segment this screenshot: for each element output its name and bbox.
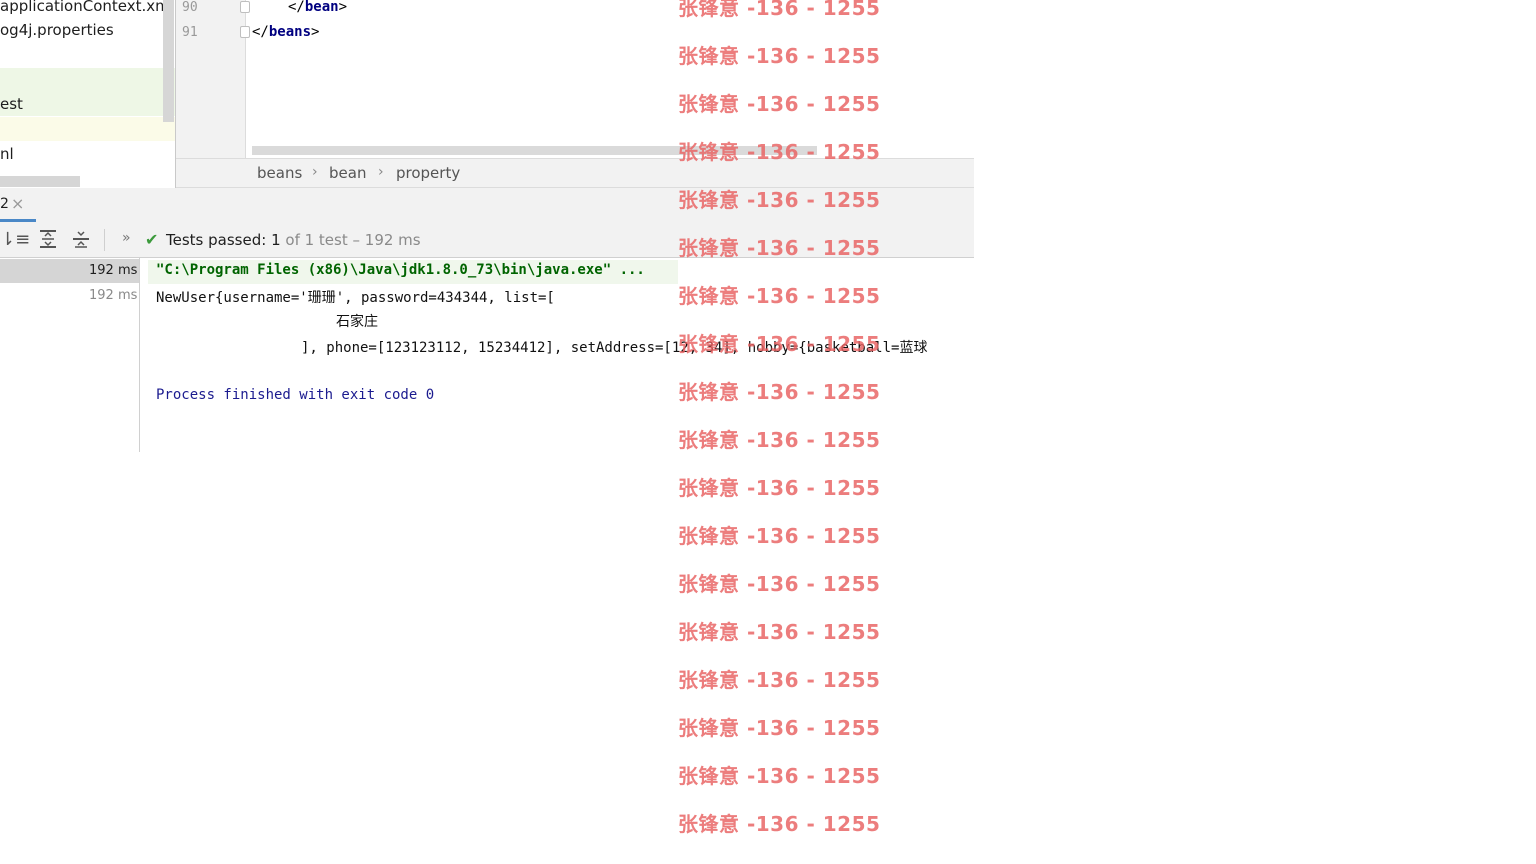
- code-bracket-open: </: [252, 24, 269, 40]
- xml-tag-name: beans: [268, 24, 312, 40]
- watermark-text: 张锋意 -136 - 1255: [678, 380, 881, 404]
- watermark-text: 张锋意 -136 - 1255: [678, 332, 881, 356]
- watermark-text: 张锋意 -136 - 1255: [678, 764, 881, 788]
- tree-item-xml[interactable]: nl: [0, 142, 176, 166]
- close-icon[interactable]: ×: [11, 194, 24, 213]
- test-duration[interactable]: 192 ms: [89, 288, 137, 303]
- tree-item-label: nl: [0, 145, 14, 163]
- breadcrumb-separator-icon: ›: [378, 164, 384, 180]
- tree-item-blank[interactable]: [0, 68, 176, 92]
- watermark-text: 张锋意 -136 - 1255: [678, 236, 881, 260]
- console-command-line[interactable]: "C:\Program Files (x86)\Java\jdk1.8.0_73…: [156, 262, 645, 278]
- watermark-text: 张锋意 -136 - 1255: [678, 812, 881, 836]
- watermark-text: 张锋意 -136 - 1255: [678, 572, 881, 596]
- check-icon: ✔: [145, 230, 159, 249]
- expand-all-icon[interactable]: [38, 229, 58, 254]
- tree-item-label: og4j.properties: [0, 21, 114, 39]
- toolbar-separator: [104, 229, 105, 251]
- watermark-text: 张锋意 -136 - 1255: [678, 620, 881, 644]
- line-number: 90: [182, 0, 198, 15]
- console-output-line: NewUser{username='珊珊', password=434344, …: [156, 290, 555, 306]
- watermark-text: 张锋意 -136 - 1255: [678, 92, 881, 116]
- tree-item-applicationcontext[interactable]: applicationContext.xml: [0, 0, 176, 18]
- run-tab-title[interactable]: 2: [0, 196, 9, 212]
- watermark-text: 张锋意 -136 - 1255: [678, 44, 881, 68]
- sort-by-duration-icon[interactable]: ⇂≡: [0, 229, 30, 250]
- console-output-line: 石家庄: [336, 314, 378, 330]
- code-bracket-close: >: [311, 24, 320, 40]
- tree-item-log4j-properties[interactable]: og4j.properties: [0, 18, 176, 42]
- tree-vertical-scrollbar[interactable]: [163, 0, 174, 122]
- test-duration: 192 ms: [89, 263, 138, 278]
- fold-marker-icon[interactable]: [240, 26, 250, 38]
- tests-status: Tests passed: 1 of 1 test – 192 ms: [166, 231, 421, 249]
- process-finished-message: Process finished with exit code 0: [156, 387, 435, 403]
- breadcrumb-item-bean[interactable]: bean: [329, 164, 366, 182]
- project-tree: applicationContext.xml og4j.properties e…: [0, 0, 176, 188]
- editor-gutter: [176, 0, 246, 158]
- breadcrumb-item-beans[interactable]: beans: [257, 164, 302, 182]
- collapse-all-svg: [73, 231, 89, 248]
- tests-passed-label: Tests passed:: [166, 231, 267, 249]
- watermark-text: 张锋意 -136 - 1255: [678, 0, 881, 20]
- watermark-text: 张锋意 -136 - 1255: [678, 716, 881, 740]
- code-bracket-open: </: [288, 0, 305, 15]
- watermark-text: 张锋意 -136 - 1255: [678, 524, 881, 548]
- watermark-text: 张锋意 -136 - 1255: [678, 428, 881, 452]
- tree-item-highlight[interactable]: [0, 117, 176, 141]
- xml-tag-name: bean: [304, 0, 339, 15]
- watermark-text: 张锋意 -136 - 1255: [678, 188, 881, 212]
- line-number: 91: [182, 25, 198, 40]
- watermark-text: 张锋意 -136 - 1255: [678, 284, 881, 308]
- watermark-text: 张锋意 -136 - 1255: [678, 476, 881, 500]
- watermark-text: 张锋意 -136 - 1255: [678, 140, 881, 164]
- tree-item-label: est: [0, 95, 23, 113]
- tree-item-test[interactable]: est: [0, 92, 176, 116]
- gutter-divider: [245, 0, 246, 158]
- tests-passed-count: 1: [271, 231, 281, 249]
- code-line-90: </bean>: [288, 0, 347, 15]
- code-bracket-close: >: [338, 0, 348, 15]
- tree-item-label: applicationContext.xml: [0, 0, 174, 15]
- tests-summary: of 1 test – 192 ms: [285, 231, 421, 249]
- code-line-91: </beans>: [252, 24, 319, 40]
- watermark-text: 张锋意 -136 - 1255: [678, 668, 881, 692]
- fold-marker-icon[interactable]: [240, 1, 250, 13]
- more-actions-icon[interactable]: »: [122, 230, 131, 246]
- collapse-all-icon[interactable]: [71, 229, 91, 254]
- breadcrumb-item-property[interactable]: property: [396, 164, 460, 182]
- breadcrumb-separator-icon: ›: [312, 164, 318, 180]
- expand-all-svg: [40, 230, 56, 248]
- tree-horizontal-scrollbar[interactable]: [0, 176, 80, 187]
